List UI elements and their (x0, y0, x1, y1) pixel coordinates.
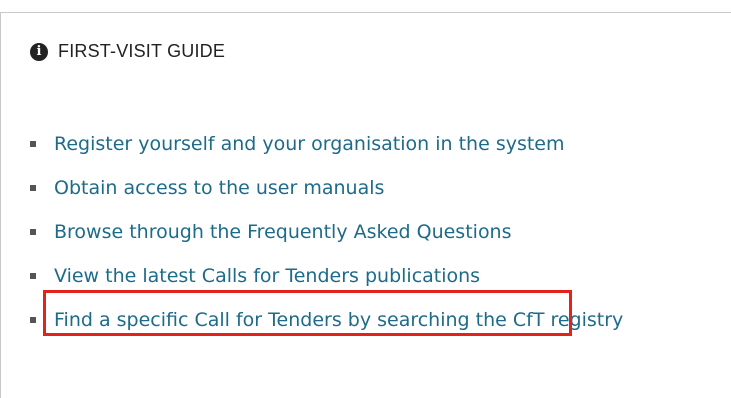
guide-item-cft-registry: Find a specific Call for Tenders by sear… (30, 298, 623, 342)
square-bullet-icon (30, 185, 36, 191)
guide-title: FIRST-VISIT GUIDE (58, 41, 226, 61)
guide-item-manuals: Obtain access to the user manuals (30, 166, 623, 210)
guide-panel: i FIRST-VISIT GUIDE Register yourself an… (0, 0, 731, 398)
info-icon: i (30, 42, 48, 61)
faq-link[interactable]: Browse through the Frequently Asked Ques… (54, 221, 512, 244)
register-link[interactable]: Register yourself and your organisation … (54, 133, 565, 156)
guide-list: Register yourself and your organisation … (30, 122, 623, 342)
square-bullet-icon (30, 141, 36, 147)
guide-item-latest-calls: View the latest Calls for Tenders public… (30, 254, 623, 298)
panel-top-border (0, 12, 731, 13)
panel-left-border (0, 12, 1, 398)
user-manuals-link[interactable]: Obtain access to the user manuals (54, 177, 384, 200)
latest-calls-link[interactable]: View the latest Calls for Tenders public… (54, 265, 480, 288)
cft-registry-link[interactable]: Find a specific Call for Tenders by sear… (54, 309, 623, 332)
guide-header: i FIRST-VISIT GUIDE (30, 41, 225, 62)
guide-item-faq: Browse through the Frequently Asked Ques… (30, 210, 623, 254)
guide-item-register: Register yourself and your organisation … (30, 122, 623, 166)
square-bullet-icon (30, 273, 36, 279)
square-bullet-icon (30, 317, 36, 323)
square-bullet-icon (30, 229, 36, 235)
